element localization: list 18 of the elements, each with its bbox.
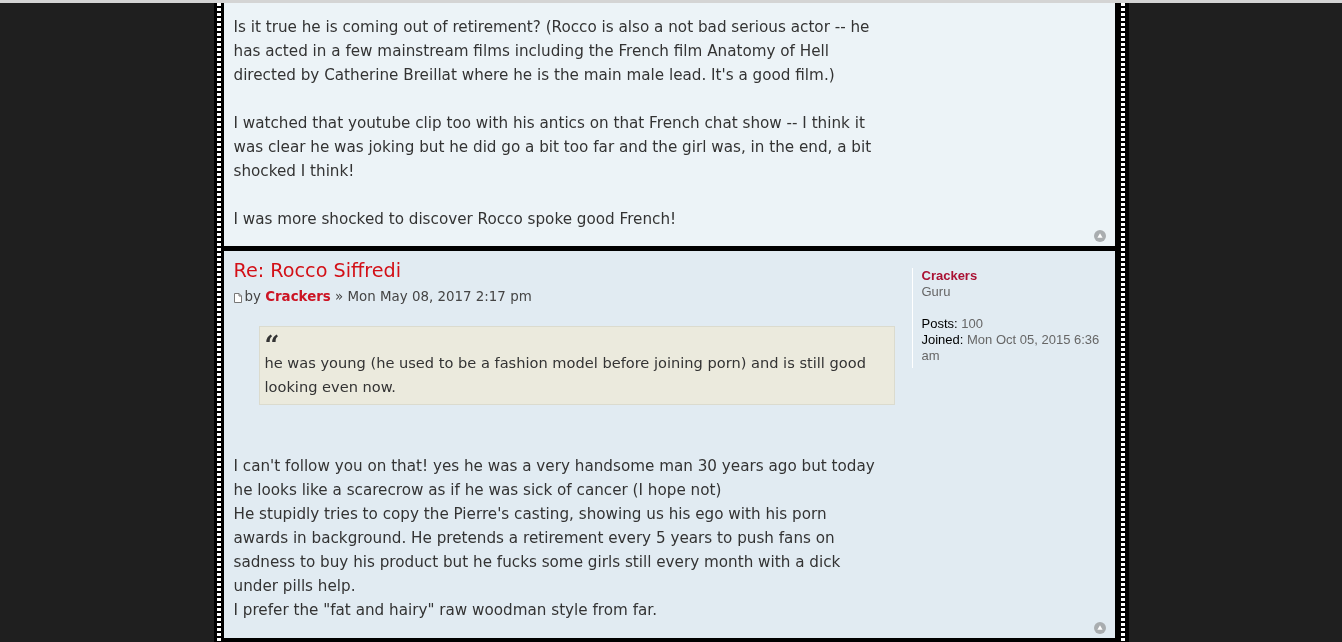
user-rank: Guru — [921, 284, 951, 300]
quote-text: he was young (he used to be a fashion model before joining porn) and is still good looking even now. — [264, 353, 867, 397]
post-byline: by Crackers » Mon May 08, 2017 2:17 pm — [244, 288, 532, 306]
circle-up-icon[interactable] — [1093, 622, 1106, 634]
post-paragraph: I watched that youtube clip too with his antics on that French chat show -- I think it was clear he was joking but he did go a bit too far and the girl was, in the end, a bit shocked I think! — [233, 113, 873, 182]
post-line: He stupidly tries to copy the Pierre's casting, showing us his ego with his porn awards in background. He pretends a retirement every 5 years to push fans on sadness to buy his product but he fucks some girls still every month with a dick under pills help. — [233, 504, 842, 597]
post-line: I prefer the "fat and hairy" raw woodman style from far. — [233, 600, 658, 621]
circle-up-icon[interactable] — [1093, 230, 1106, 242]
quote-mark: “ — [264, 330, 280, 351]
post-paragraph: Is it true he is coming out of retirement? (Rocco is also a not bad serious actor -- he has acted in a few mainstream films including the French film Anatomy of Hell directed by Catherine Breillat where he is the main male lead. It's a good film.) — [233, 17, 871, 86]
author-link[interactable]: Crackers — [265, 289, 331, 304]
post-line: I can't follow you on that! yes he was a very handsome man 30 years ago but today he looks like a scarecrow as if he was sick of cancer (I hope not) — [233, 456, 876, 501]
profile-field: Joined: Mon Oct 05, 2015 6:36 am — [921, 332, 1106, 364]
post-title[interactable]: Re: Rocco Siffredi — [233, 259, 401, 283]
document-icon[interactable] — [233, 292, 242, 303]
post-paragraph: I was more shocked to discover Rocco spoke good French! — [233, 209, 678, 230]
profile-field: Posts: 100 — [921, 316, 1106, 332]
profile-username[interactable]: Crackers — [921, 268, 978, 284]
